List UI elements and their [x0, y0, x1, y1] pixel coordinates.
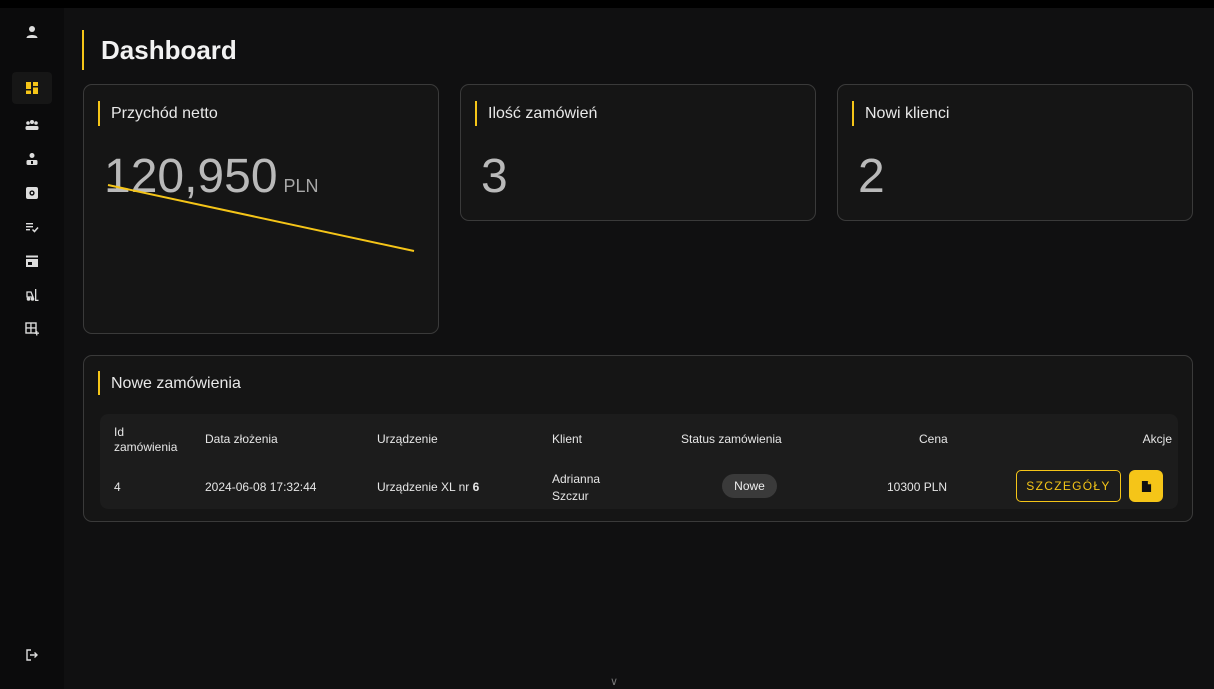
order-id: 4	[114, 480, 121, 494]
dashboard-icon[interactable]	[12, 72, 52, 104]
orders-count-value: 3	[481, 150, 508, 203]
order-price: 10300 PLN	[887, 480, 948, 494]
app-frame: Dashboard Przychód netto 120,950 PLN Iloś…	[0, 8, 1214, 689]
employee-icon[interactable]	[12, 143, 52, 175]
revenue-card: Przychód netto 120,950 PLN	[83, 84, 439, 334]
orders-table: Id zamówienia Data złożenia Urządzenie K…	[100, 414, 1178, 509]
header-actions: Akcje	[1142, 432, 1172, 446]
orders-count-card: Ilość zamówień 3	[460, 84, 816, 221]
header-date: Data złożenia	[205, 432, 278, 446]
revenue-trend-line	[107, 184, 415, 252]
new-clients-value: 2	[858, 150, 885, 203]
document-icon	[1141, 480, 1151, 492]
forklift-icon[interactable]	[12, 279, 52, 311]
new-orders-card: Nowe zamówienia Id zamówienia Data złoże…	[83, 355, 1193, 522]
order-client-last: Szczur	[552, 489, 589, 503]
users-group-icon[interactable]	[12, 109, 52, 141]
order-client-first: Adrianna	[552, 472, 601, 486]
orders-count-label: Ilość zamówień	[475, 101, 597, 126]
table-add-icon[interactable]	[12, 313, 52, 345]
order-device-name: Urządzenie XL nr	[377, 480, 470, 494]
revenue-trend-chart	[107, 184, 415, 252]
new-orders-title: Nowe zamówienia	[98, 371, 241, 395]
header-status: Status zamówienia	[681, 432, 782, 446]
settings-box-icon[interactable]	[12, 177, 52, 209]
order-device: Urządzenie XL nr 6	[377, 480, 479, 495]
header-device: Urządzenie	[377, 432, 438, 446]
checklist-icon[interactable]	[12, 211, 52, 243]
header-id: Id zamówienia	[114, 425, 177, 455]
user-icon[interactable]	[12, 16, 52, 48]
header-price: Cena	[919, 432, 948, 446]
details-button[interactable]: SZCZEGÓŁY	[1016, 470, 1121, 502]
header-id-line1: Id	[114, 425, 125, 439]
sidebar	[0, 8, 64, 689]
order-client: Adrianna Szczur	[552, 471, 600, 505]
status-badge: Nowe	[722, 474, 777, 498]
page-title: Dashboard	[82, 30, 237, 70]
order-device-number: 6	[472, 480, 480, 494]
header-client: Klient	[552, 432, 583, 446]
header-id-line2: zamówienia	[114, 440, 178, 454]
new-clients-card: Nowi klienci 2	[837, 84, 1193, 221]
store-icon[interactable]	[12, 245, 52, 277]
logout-icon[interactable]	[12, 639, 52, 671]
scroll-down-icon[interactable]: ∨	[610, 675, 618, 688]
main-content: Dashboard Przychód netto 120,950 PLN Iloś…	[64, 8, 1214, 689]
new-clients-label: Nowi klienci	[852, 101, 949, 126]
order-date: 2024-06-08 17:32:44	[205, 480, 317, 494]
document-button[interactable]	[1129, 470, 1163, 502]
